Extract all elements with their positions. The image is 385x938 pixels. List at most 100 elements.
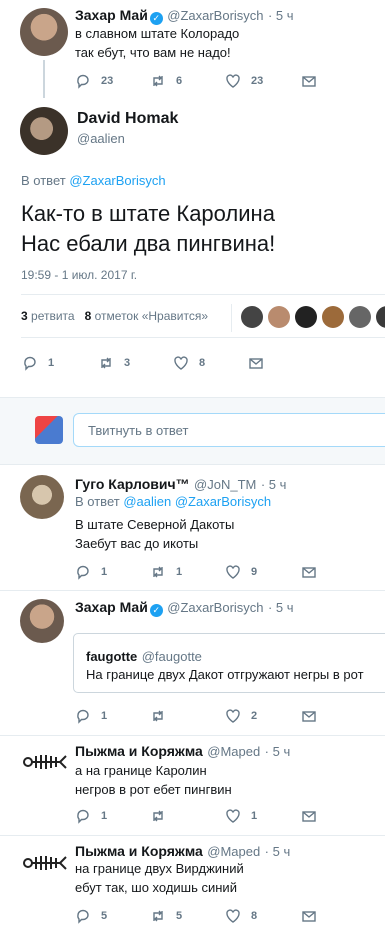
divider (0, 590, 385, 591)
author-handle[interactable]: @ZaxarBorisych (167, 8, 263, 23)
reply-icon (77, 709, 89, 724)
avatar-zahar[interactable] (20, 8, 68, 56)
dm-button[interactable] (301, 707, 317, 725)
reply-prefix: В ответ (21, 173, 66, 188)
avatar[interactable] (376, 306, 385, 328)
author-name[interactable]: Пыжма и Коряжма (75, 843, 203, 859)
dm-button[interactable] (301, 72, 317, 90)
divider (21, 294, 385, 295)
tweet-time[interactable]: · 5 ч (265, 844, 291, 859)
avatar[interactable] (295, 306, 317, 328)
reply-input[interactable]: Твитнуть в ответ (73, 413, 385, 447)
reply-button[interactable]: 1 (75, 707, 107, 725)
like-count: 2 (251, 710, 258, 722)
author-handle[interactable]: @ZaxarBorisych (167, 600, 263, 615)
envelope-icon (302, 76, 316, 87)
like-button[interactable]: 2 (225, 707, 257, 725)
tweet-line: в славном штате Колорадо (75, 26, 240, 41)
tweet-text: В штате Северной Дакоты Заебут вас до ик… (75, 515, 234, 553)
avatar[interactable] (349, 306, 371, 328)
stat-retweets[interactable]: 3 ретвита (21, 309, 75, 323)
reply-button[interactable]: 1 (75, 807, 107, 825)
own-avatar[interactable] (35, 416, 63, 444)
tweet-time[interactable]: · 5 ч (268, 600, 294, 615)
retweet-count: 6 (176, 75, 183, 87)
retweet-button[interactable]: 1 (150, 563, 182, 581)
author-name[interactable]: Пыжма и Коряжма (75, 743, 203, 759)
tweet-text: в славном штате Колорадо так ебут, что в… (75, 24, 239, 62)
author-handle[interactable]: @aalien (77, 131, 125, 146)
dm-button[interactable] (301, 807, 317, 825)
tweet-time[interactable]: · 5 ч (268, 8, 294, 23)
tweet-text: на границе двух Вирджиний ебут так, шо х… (75, 859, 244, 897)
tweet-actions: 1 3 8 (22, 354, 322, 372)
like-count: 23 (251, 75, 264, 87)
avatar-gugo[interactable] (20, 475, 64, 519)
divider (21, 337, 385, 338)
tweet-header: Пыжма и Коряжма @Maped · 5 ч (75, 743, 290, 761)
retweet-button[interactable] (150, 707, 176, 725)
retweet-button[interactable] (150, 807, 176, 825)
avatar-fish-skeleton[interactable] (20, 845, 68, 881)
reply-button[interactable]: 1 (75, 563, 107, 581)
like-button[interactable]: 23 (225, 72, 263, 90)
author-name[interactable]: Захар Май (75, 7, 148, 23)
like-count: 8 (199, 357, 206, 369)
dm-button[interactable] (248, 354, 264, 372)
retweet-button[interactable]: 5 (150, 907, 182, 925)
dm-button[interactable] (301, 907, 317, 925)
author-name[interactable]: Гуго Карлович™ (75, 476, 190, 492)
reply-button[interactable]: 1 (22, 354, 54, 372)
likes-count: 8 (84, 309, 92, 323)
quoted-tweet[interactable]: faugotte @faugotte На границе двух Дакот… (73, 633, 385, 693)
like-button[interactable]: 9 (225, 563, 257, 581)
avatar-zahar[interactable] (20, 599, 64, 643)
tweet-line: В штате Северной Дакоты (75, 517, 235, 532)
reply-to-link[interactable]: @aalien @ZaxarBorisych (123, 494, 271, 509)
tweet-line: Как-то в штате Каролина (21, 201, 275, 226)
dm-button[interactable] (301, 563, 317, 581)
avatar[interactable] (241, 306, 263, 328)
retweet-icon (153, 810, 163, 822)
retweet-button[interactable]: 3 (98, 354, 130, 372)
like-button[interactable]: 8 (173, 354, 205, 372)
reply-button[interactable]: 23 (75, 72, 113, 90)
like-button[interactable]: 8 (225, 907, 257, 925)
tweet-time[interactable]: · 5 ч (265, 744, 291, 759)
retweet-count: 3 (124, 357, 131, 369)
reply-placeholder: Твитнуть в ответ (88, 423, 189, 438)
avatar-david[interactable] (20, 107, 68, 155)
avatar[interactable] (322, 306, 344, 328)
heart-icon (226, 565, 240, 579)
author-handle[interactable]: @JoN_TM (194, 477, 256, 492)
avatar[interactable] (268, 306, 290, 328)
heart-icon (226, 809, 240, 823)
tweet-actions: 23 6 23 (75, 72, 375, 90)
divider (0, 735, 385, 736)
author-name[interactable]: Захар Май (75, 599, 148, 615)
reply-prefix: В ответ (75, 494, 120, 509)
like-button[interactable]: 1 (225, 807, 257, 825)
reply-icon (77, 565, 89, 580)
reply-to-link[interactable]: @ZaxarBorisych (69, 173, 165, 188)
author-handle[interactable]: @Maped (207, 744, 260, 759)
tweet-header: Захар Май ✓ @ZaxarBorisych · 5 ч (75, 599, 294, 617)
tweet-timestamp[interactable]: 19:59 - 1 июл. 2017 г. (21, 268, 137, 282)
stat-likes[interactable]: 8 отметок «Нравится» (85, 309, 208, 323)
tweet-time[interactable]: · 5 ч (261, 477, 287, 492)
reply-icon (24, 356, 36, 371)
author-name[interactable]: David Homak (77, 110, 178, 128)
retweet-count: 5 (176, 910, 183, 922)
reply-count: 5 (101, 910, 108, 922)
tweet-line: Заебут вас до икоты (75, 536, 199, 551)
reply-button[interactable]: 5 (75, 907, 107, 925)
quote-text: На границе двух Дакот отгружают негры в … (86, 667, 364, 682)
fish-skeleton-icon (23, 755, 67, 769)
heart-icon (226, 709, 240, 723)
engagement-stats: 3 ретвита 8 отметок «Нравится» (21, 309, 208, 323)
retweet-button[interactable]: 6 (150, 72, 182, 90)
retweet-icon (153, 75, 163, 87)
author-handle[interactable]: @Maped (207, 844, 260, 859)
avatar-fish-skeleton[interactable] (20, 744, 68, 780)
retweet-icon (153, 910, 163, 922)
